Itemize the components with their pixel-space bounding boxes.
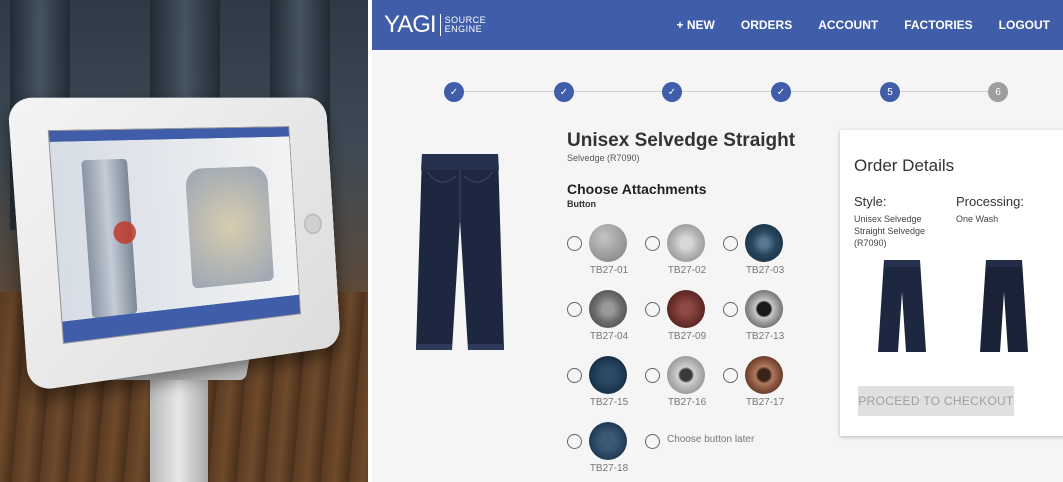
button-option[interactable]: TB27-02 xyxy=(645,220,723,284)
radio-button[interactable] xyxy=(723,368,738,383)
tablet-screen xyxy=(47,126,301,344)
logo-subtext-line2: ENGINE xyxy=(444,24,483,34)
button-swatch-icon xyxy=(589,290,627,328)
button-option[interactable]: TB27-15 xyxy=(567,352,645,416)
attachments-heading: Choose Attachments xyxy=(567,181,707,197)
option-label: TB27-09 xyxy=(667,331,707,342)
step-5-current[interactable]: 5 xyxy=(880,82,900,102)
logo-text: YAGI xyxy=(384,11,437,38)
style-jeans-thumbnail xyxy=(878,260,926,352)
kiosk-photo xyxy=(0,0,368,482)
button-swatch-icon xyxy=(745,356,783,394)
radio-button[interactable] xyxy=(723,236,738,251)
logo-subtext: SOURCE ENGINE xyxy=(445,16,487,34)
button-option[interactable]: TB27-03 xyxy=(723,220,801,284)
style-label: Style: xyxy=(854,194,887,209)
product-info: Unisex Selvedge Straight Selvedge (R7090… xyxy=(567,130,817,209)
order-details-card: Order Details Style: Unisex Selvedge Str… xyxy=(840,130,1063,436)
button-option[interactable]: TB27-17 xyxy=(723,352,801,416)
radio-button[interactable] xyxy=(645,434,660,449)
option-label: TB27-13 xyxy=(745,331,785,342)
tablet-screen-hero xyxy=(49,136,301,324)
stepper-line xyxy=(454,91,999,92)
proceed-to-checkout-button[interactable]: PROCEED TO CHECKOUT xyxy=(858,386,1014,416)
product-jeans-image xyxy=(416,154,504,350)
order-details-title: Order Details xyxy=(854,156,955,175)
button-swatch-icon xyxy=(589,356,627,394)
button-option[interactable]: TB27-01 xyxy=(567,220,645,284)
button-swatch-icon xyxy=(667,290,705,328)
option-label: TB27-01 xyxy=(589,265,629,276)
button-option[interactable]: TB27-04 xyxy=(567,286,645,350)
main-nav: + NEW ORDERS ACCOUNT FACTORIES LOGOUT xyxy=(664,0,1063,50)
order-stepper: ✓ ✓ ✓ ✓ 5 6 xyxy=(372,50,1063,130)
attachments-subheading: Button xyxy=(567,199,596,209)
button-option[interactable]: TB27-13 xyxy=(723,286,801,350)
button-swatch-icon xyxy=(589,224,627,262)
button-swatch-icon xyxy=(667,224,705,262)
product-subtitle: Selvedge (R7090) xyxy=(567,153,640,163)
processing-label: Processing: xyxy=(956,194,1024,209)
option-label: TB27-17 xyxy=(745,397,785,408)
option-label: TB27-04 xyxy=(589,331,629,342)
button-option[interactable]: TB27-16 xyxy=(645,352,723,416)
style-value: Unisex Selvedge Straight Selvedge (R7090… xyxy=(854,214,926,248)
processing-column: Processing: One Wash xyxy=(956,194,1063,225)
option-label: TB27-03 xyxy=(745,265,785,276)
radio-button[interactable] xyxy=(723,302,738,317)
step-3-check-icon[interactable]: ✓ xyxy=(662,82,682,102)
nav-new[interactable]: + NEW xyxy=(664,0,728,50)
product-title: Unisex Selvedge Straight xyxy=(567,130,796,151)
step-4-check-icon[interactable]: ✓ xyxy=(771,82,791,102)
button-option[interactable]: TB27-09 xyxy=(645,286,723,350)
radio-button[interactable] xyxy=(645,236,660,251)
nav-logout[interactable]: LOGOUT xyxy=(986,0,1063,50)
top-navbar: YAGI SOURCE ENGINE + NEW ORDERS ACCOUNT … xyxy=(372,0,1063,50)
radio-button[interactable] xyxy=(567,302,582,317)
tablet-kiosk xyxy=(7,97,341,392)
option-label: TB27-15 xyxy=(589,397,629,408)
button-option[interactable]: TB27-18 xyxy=(567,418,645,482)
step-1-check-icon[interactable]: ✓ xyxy=(444,82,464,102)
nav-factories[interactable]: FACTORIES xyxy=(891,0,985,50)
yagi-logo[interactable]: YAGI SOURCE ENGINE xyxy=(384,11,486,39)
step-6-pending: 6 xyxy=(988,82,1008,102)
style-column: Style: Unisex Selvedge Straight Selvedge… xyxy=(854,194,964,249)
radio-button[interactable] xyxy=(567,236,582,251)
button-swatch-icon xyxy=(745,290,783,328)
logo-divider xyxy=(439,14,441,36)
option-label: TB27-02 xyxy=(667,265,707,276)
radio-button[interactable] xyxy=(645,368,660,383)
option-label: TB27-18 xyxy=(589,463,629,474)
radio-button[interactable] xyxy=(567,368,582,383)
step-2-check-icon[interactable]: ✓ xyxy=(554,82,574,102)
processing-value: One Wash xyxy=(956,214,999,224)
choose-later-option[interactable]: Choose button later xyxy=(645,418,805,482)
button-swatch-icon xyxy=(589,422,627,460)
denim-jacket-image xyxy=(184,165,275,289)
button-swatch-icon xyxy=(667,356,705,394)
option-label: TB27-16 xyxy=(667,397,707,408)
choose-later-label: Choose button later xyxy=(667,434,755,445)
radio-button[interactable] xyxy=(567,434,582,449)
app-window: YAGI SOURCE ENGINE + NEW ORDERS ACCOUNT … xyxy=(372,0,1063,482)
processing-jeans-thumbnail xyxy=(980,260,1028,352)
tablet-home-button xyxy=(303,213,323,235)
nav-account[interactable]: ACCOUNT xyxy=(805,0,891,50)
nav-orders[interactable]: ORDERS xyxy=(728,0,805,50)
red-sun-logo xyxy=(112,220,137,245)
button-swatch-icon xyxy=(745,224,783,262)
radio-button[interactable] xyxy=(645,302,660,317)
